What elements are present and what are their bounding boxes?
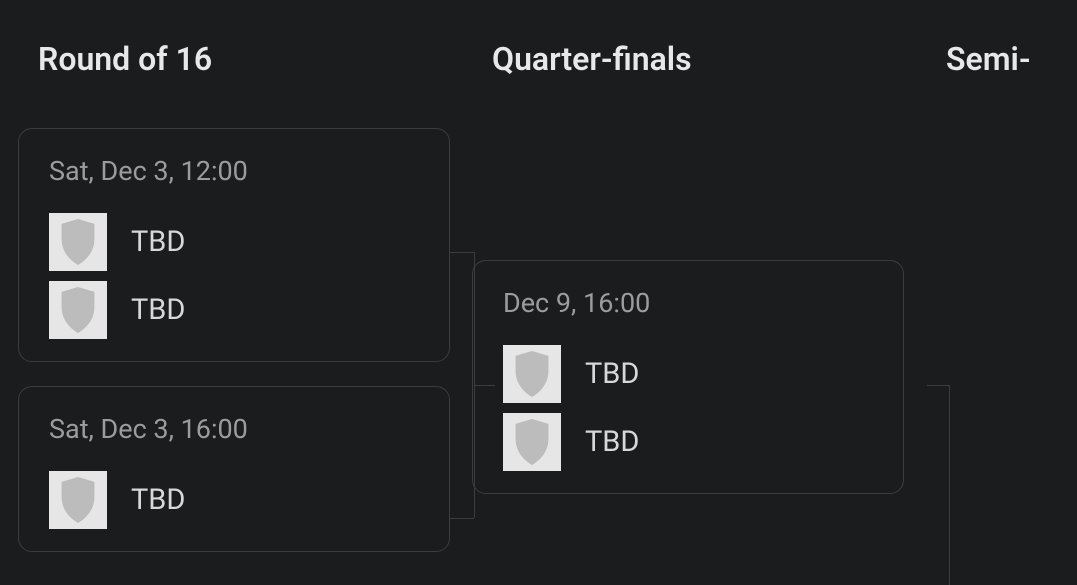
team-row: TBD [503, 345, 873, 403]
team-name: TBD [131, 293, 185, 327]
team-row: TBD [503, 413, 873, 471]
round-title-r16: Round of 16 [38, 40, 450, 78]
column-quarter-finals: Quarter-finals Dec 9, 16:00 TBD TBD [450, 40, 904, 552]
bracket-container: Round of 16 Sat, Dec 3, 12:00 TBD TBD Sa… [0, 0, 1077, 552]
match-date: Sat, Dec 3, 16:00 [49, 413, 419, 445]
bracket-connector [949, 385, 950, 585]
team-name: TBD [585, 357, 639, 391]
match-date: Dec 9, 16:00 [503, 287, 873, 319]
team-name: TBD [131, 483, 185, 517]
bracket-connector [450, 518, 474, 519]
shield-icon [503, 413, 561, 471]
team-row: TBD [49, 471, 419, 529]
bracket-connector [927, 385, 949, 386]
team-name: TBD [131, 225, 185, 259]
column-round-of-16: Round of 16 Sat, Dec 3, 12:00 TBD TBD Sa… [0, 40, 450, 552]
shield-icon [503, 345, 561, 403]
match-card-r16-1[interactable]: Sat, Dec 3, 12:00 TBD TBD [18, 128, 450, 362]
team-row: TBD [49, 281, 419, 339]
column-semi-finals: Semi- [904, 40, 1077, 552]
round-title-qf: Quarter-finals [492, 40, 904, 78]
round-title-sf: Semi- [946, 40, 1077, 78]
shield-icon [49, 281, 107, 339]
bracket-connector [474, 385, 495, 386]
shield-icon [49, 213, 107, 271]
shield-icon [49, 471, 107, 529]
team-name: TBD [585, 425, 639, 459]
bracket-connector [450, 252, 474, 253]
match-date: Sat, Dec 3, 12:00 [49, 155, 419, 187]
match-card-qf-1[interactable]: Dec 9, 16:00 TBD TBD [472, 260, 904, 494]
team-row: TBD [49, 213, 419, 271]
match-card-r16-2[interactable]: Sat, Dec 3, 16:00 TBD [18, 386, 450, 552]
